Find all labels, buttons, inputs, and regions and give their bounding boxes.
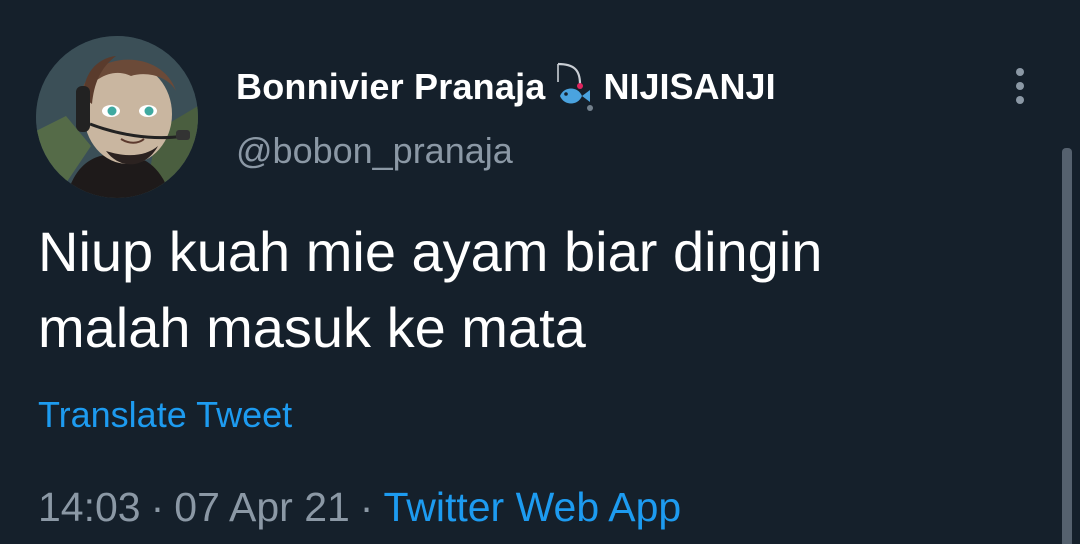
more-vertical-icon: [1016, 82, 1024, 90]
author-name-row[interactable]: Bonnivier Pranaja NIJISANJI: [236, 62, 776, 112]
tweet-text-line: malah masuk ke mata: [38, 296, 586, 359]
tweet-source-link[interactable]: Twitter Web App: [383, 484, 681, 530]
avatar-image: [36, 36, 198, 198]
tweet-text: Niup kuah mie ayam biar dingin malah mas…: [38, 214, 1028, 366]
tweet-date[interactable]: 07 Apr 21: [174, 484, 350, 530]
meta-separator: ·: [150, 484, 165, 530]
more-vertical-icon: [1016, 68, 1024, 76]
avatar[interactable]: [36, 36, 198, 198]
tweet-meta: 14:03 · 07 Apr 21 · Twitter Web App: [38, 484, 681, 531]
author-display-name[interactable]: Bonnivier Pranaja: [236, 66, 546, 108]
meta-separator: ·: [359, 484, 374, 530]
tweet-time[interactable]: 14:03: [38, 484, 141, 530]
author-handle[interactable]: @bobon_pranaja: [236, 130, 513, 172]
translate-tweet-link[interactable]: Translate Tweet: [38, 394, 292, 436]
author-org-label: NIJISANJI: [603, 66, 776, 107]
more-options-button[interactable]: [1004, 64, 1036, 108]
fishing-fish-icon: [552, 62, 596, 112]
scrollbar[interactable]: [1062, 148, 1072, 544]
tweet-text-line: Niup kuah mie ayam biar dingin: [38, 220, 823, 283]
more-vertical-icon: [1016, 96, 1024, 104]
